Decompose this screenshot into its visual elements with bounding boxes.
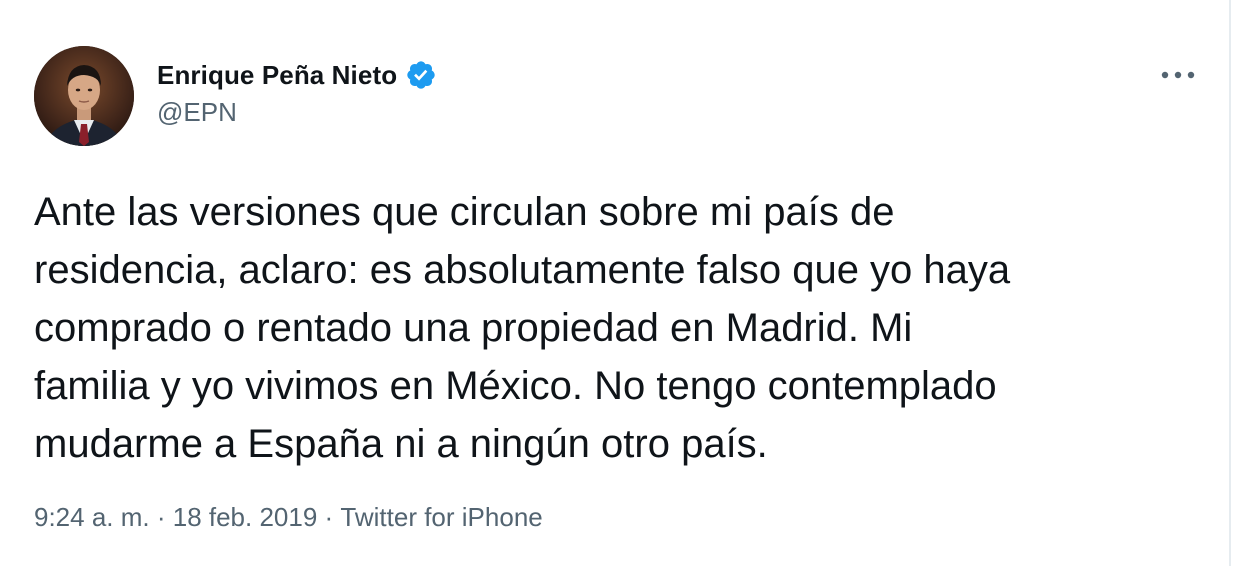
tweet-metadata: 9:24 a. m. · 18 feb. 2019 · Twitter for … [34,502,543,533]
tweet-source-link[interactable]: Twitter for iPhone [340,502,542,533]
verified-badge-icon [405,59,437,91]
avatar[interactable] [34,46,134,146]
tweet-card: Enrique Peña Nieto @EPN Ante las version… [0,0,1231,566]
author-block: Enrique Peña Nieto @EPN [157,57,437,128]
name-row: Enrique Peña Nieto [157,57,437,93]
meta-separator: · [317,502,341,532]
tweet-time[interactable]: 9:24 a. m. [34,502,150,533]
tweet-date[interactable]: 18 feb. 2019 [173,502,318,533]
tweet-text: Ante las versiones que circulan sobre mi… [34,190,1011,466]
author-display-name[interactable]: Enrique Peña Nieto [157,60,397,91]
more-options-icon[interactable] [1158,60,1198,90]
author-handle[interactable]: @EPN [157,97,437,128]
meta-separator: · [149,502,173,532]
avatar-image [34,46,134,146]
